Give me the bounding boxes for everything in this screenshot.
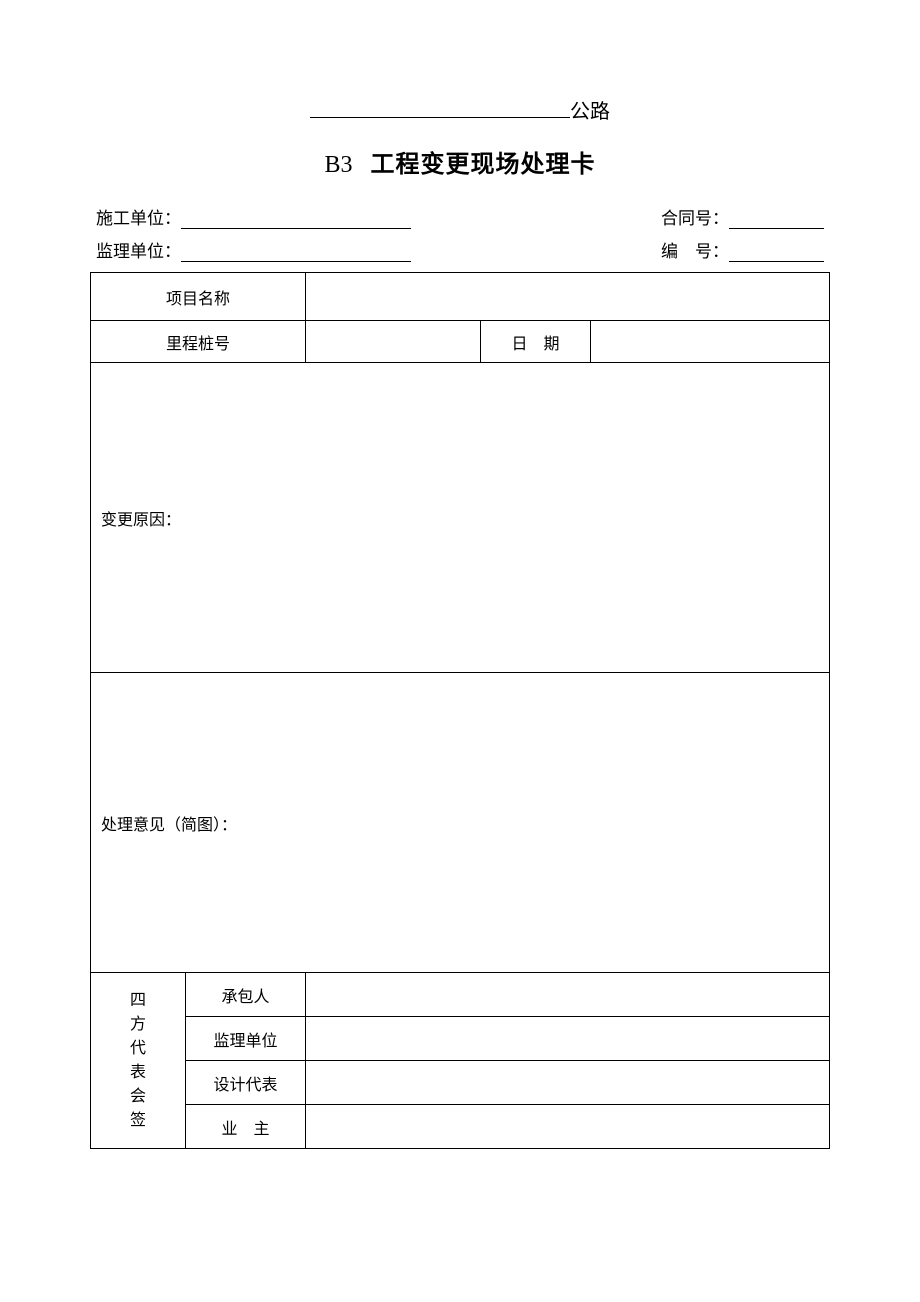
change-reason-cell: 变更原因： [91, 363, 830, 673]
mileage-value [306, 321, 481, 363]
header-road-line: 公路 [90, 95, 830, 124]
road-suffix: 公路 [570, 101, 610, 123]
construction-unit-value [181, 211, 411, 229]
mileage-label: 里程桩号 [91, 321, 306, 363]
contract-no-value [729, 211, 824, 229]
sig-supervisor-value [306, 1017, 830, 1061]
sig-designer-value [306, 1061, 830, 1105]
change-reason-label: 变更原因： [101, 512, 181, 529]
sig-contractor-label: 承包人 [186, 973, 306, 1017]
construction-unit-label: 施工单位： [96, 204, 181, 229]
sig-supervisor-label: 监理单位 [186, 1017, 306, 1061]
serial-no-value [729, 244, 824, 262]
mileage-row: 里程桩号 日 期 [91, 321, 830, 363]
sig-designer-label: 设计代表 [186, 1061, 306, 1105]
form-title: 工程变更现场处理卡 [371, 152, 596, 178]
supervision-unit-label: 监理单位： [96, 237, 181, 262]
opinion-label: 处理意见（简图）： [101, 817, 237, 834]
sig-contractor-value [306, 973, 830, 1017]
contract-no-label: 合同号： [661, 204, 729, 229]
sig-row-contractor: 四方代表会签 承包人 [91, 973, 830, 1017]
sig-group-label-cell: 四方代表会签 [91, 973, 186, 1149]
sig-row-owner: 业 主 [91, 1105, 830, 1149]
document-title: B3 工程变更现场处理卡 [90, 144, 830, 179]
supervision-unit-field: 监理单位： [96, 237, 411, 262]
main-form-table: 项目名称 里程桩号 日 期 变更原因： 处理意见（简图）： 四方代表会签 承包人… [90, 272, 830, 1149]
road-name-blank [310, 96, 570, 118]
sig-owner-value [306, 1105, 830, 1149]
sig-row-designer: 设计代表 [91, 1061, 830, 1105]
date-label: 日 期 [481, 321, 591, 363]
sig-group-label: 四方代表会签 [101, 989, 175, 1133]
info-row-1: 施工单位： 合同号： [90, 204, 830, 229]
project-name-label: 项目名称 [91, 273, 306, 321]
reason-row: 变更原因： [91, 363, 830, 673]
serial-no-label: 编 号： [661, 237, 729, 262]
opinion-cell: 处理意见（简图）： [91, 673, 830, 973]
project-name-row: 项目名称 [91, 273, 830, 321]
sig-row-supervisor: 监理单位 [91, 1017, 830, 1061]
construction-unit-field: 施工单位： [96, 204, 411, 229]
date-value [591, 321, 830, 363]
opinion-row: 处理意见（简图）： [91, 673, 830, 973]
serial-no-field: 编 号： [661, 237, 824, 262]
form-code: B3 [324, 152, 352, 178]
supervision-unit-value [181, 244, 411, 262]
contract-no-field: 合同号： [661, 204, 824, 229]
project-name-value [306, 273, 830, 321]
sig-owner-label: 业 主 [186, 1105, 306, 1149]
info-row-2: 监理单位： 编 号： [90, 237, 830, 262]
